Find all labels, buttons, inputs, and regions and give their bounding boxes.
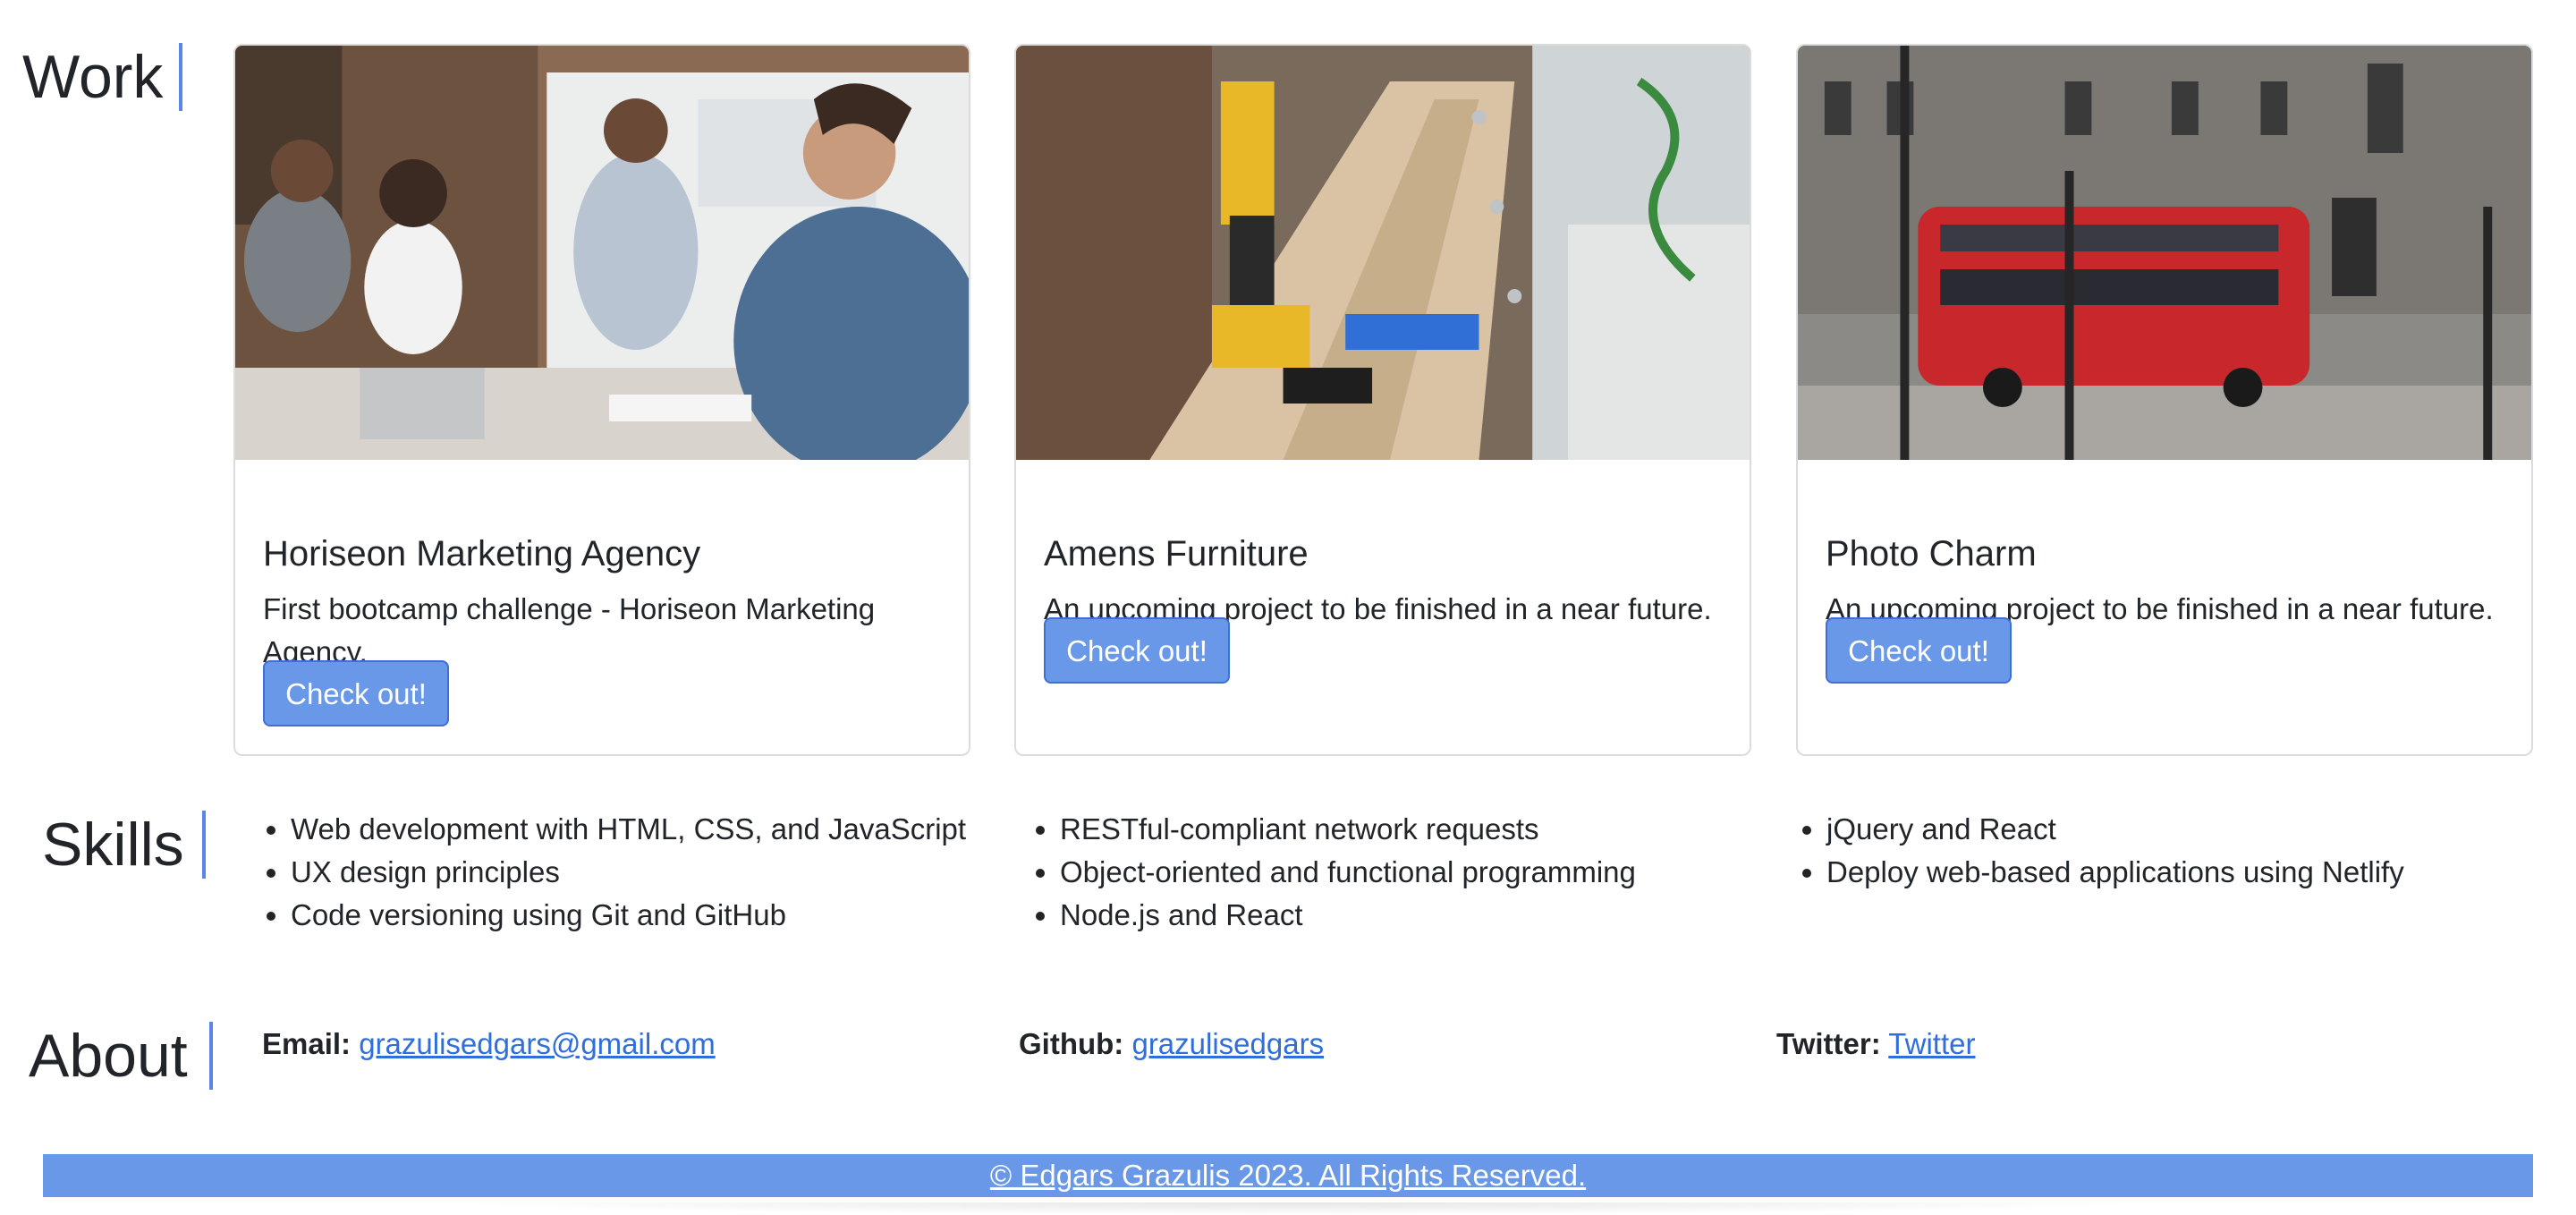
email-label: Email: xyxy=(262,1027,352,1060)
project-card-horiseon: Horiseon Marketing Agency First bootcamp… xyxy=(233,44,970,756)
red-london-bus-photo xyxy=(1798,46,2531,460)
skills-title-divider xyxy=(202,811,206,879)
skills-list-column-2: RESTful-compliant network requests Objec… xyxy=(1030,808,1636,937)
check-out-button-amens[interactable]: Check out! xyxy=(1044,617,1230,684)
check-out-button-horiseon[interactable]: Check out! xyxy=(263,660,449,726)
list-item: Node.js and React xyxy=(1060,894,1636,937)
bottom-shadow xyxy=(447,1202,2147,1215)
about-email: Email: grazulisedgars@gmail.com xyxy=(262,1023,716,1066)
twitter-link[interactable]: Twitter xyxy=(1888,1027,1975,1060)
about-section-title: About xyxy=(29,1022,188,1090)
list-item: Code versioning using Git and GitHub xyxy=(291,894,966,937)
email-link[interactable]: grazulisedgars@gmail.com xyxy=(359,1027,715,1060)
list-item: jQuery and React xyxy=(1826,808,2404,851)
list-item: Object-oriented and functional programmi… xyxy=(1060,851,1636,894)
list-item: Deploy web-based applications using Netl… xyxy=(1826,851,2404,894)
list-item: Web development with HTML, CSS, and Java… xyxy=(291,808,966,851)
work-section-title: Work xyxy=(22,43,164,111)
card-title: Amens Furniture xyxy=(1044,534,1309,574)
skills-list-column-3: jQuery and React Deploy web-based applic… xyxy=(1796,808,2404,894)
github-link[interactable]: grazulisedgars xyxy=(1131,1027,1324,1060)
project-card-photo-charm: Photo Charm An upcoming project to be fi… xyxy=(1796,44,2533,756)
office-team-meeting-photo xyxy=(235,46,969,460)
list-item: RESTful-compliant network requests xyxy=(1060,808,1636,851)
card-title: Photo Charm xyxy=(1826,534,2037,574)
about-title-divider xyxy=(209,1022,213,1090)
work-title-divider xyxy=(179,43,182,111)
about-github: Github: grazulisedgars xyxy=(1019,1023,1324,1066)
card-title: Horiseon Marketing Agency xyxy=(263,534,701,574)
check-out-button-photo-charm[interactable]: Check out! xyxy=(1826,617,2012,684)
github-label: Github: xyxy=(1019,1027,1124,1060)
twitter-label: Twitter: xyxy=(1776,1027,1881,1060)
about-twitter: Twitter: Twitter xyxy=(1776,1023,1975,1066)
skills-section-title: Skills xyxy=(42,811,184,879)
skills-list-column-1: Web development with HTML, CSS, and Java… xyxy=(260,808,966,937)
list-item: UX design principles xyxy=(291,851,966,894)
project-card-amens: Amens Furniture An upcoming project to b… xyxy=(1014,44,1751,756)
footer-copyright-link[interactable]: © Edgars Grazulis 2023. All Rights Reser… xyxy=(990,1159,1586,1192)
footer: © Edgars Grazulis 2023. All Rights Reser… xyxy=(43,1154,2533,1197)
power-tools-workbench-photo xyxy=(1016,46,1750,460)
